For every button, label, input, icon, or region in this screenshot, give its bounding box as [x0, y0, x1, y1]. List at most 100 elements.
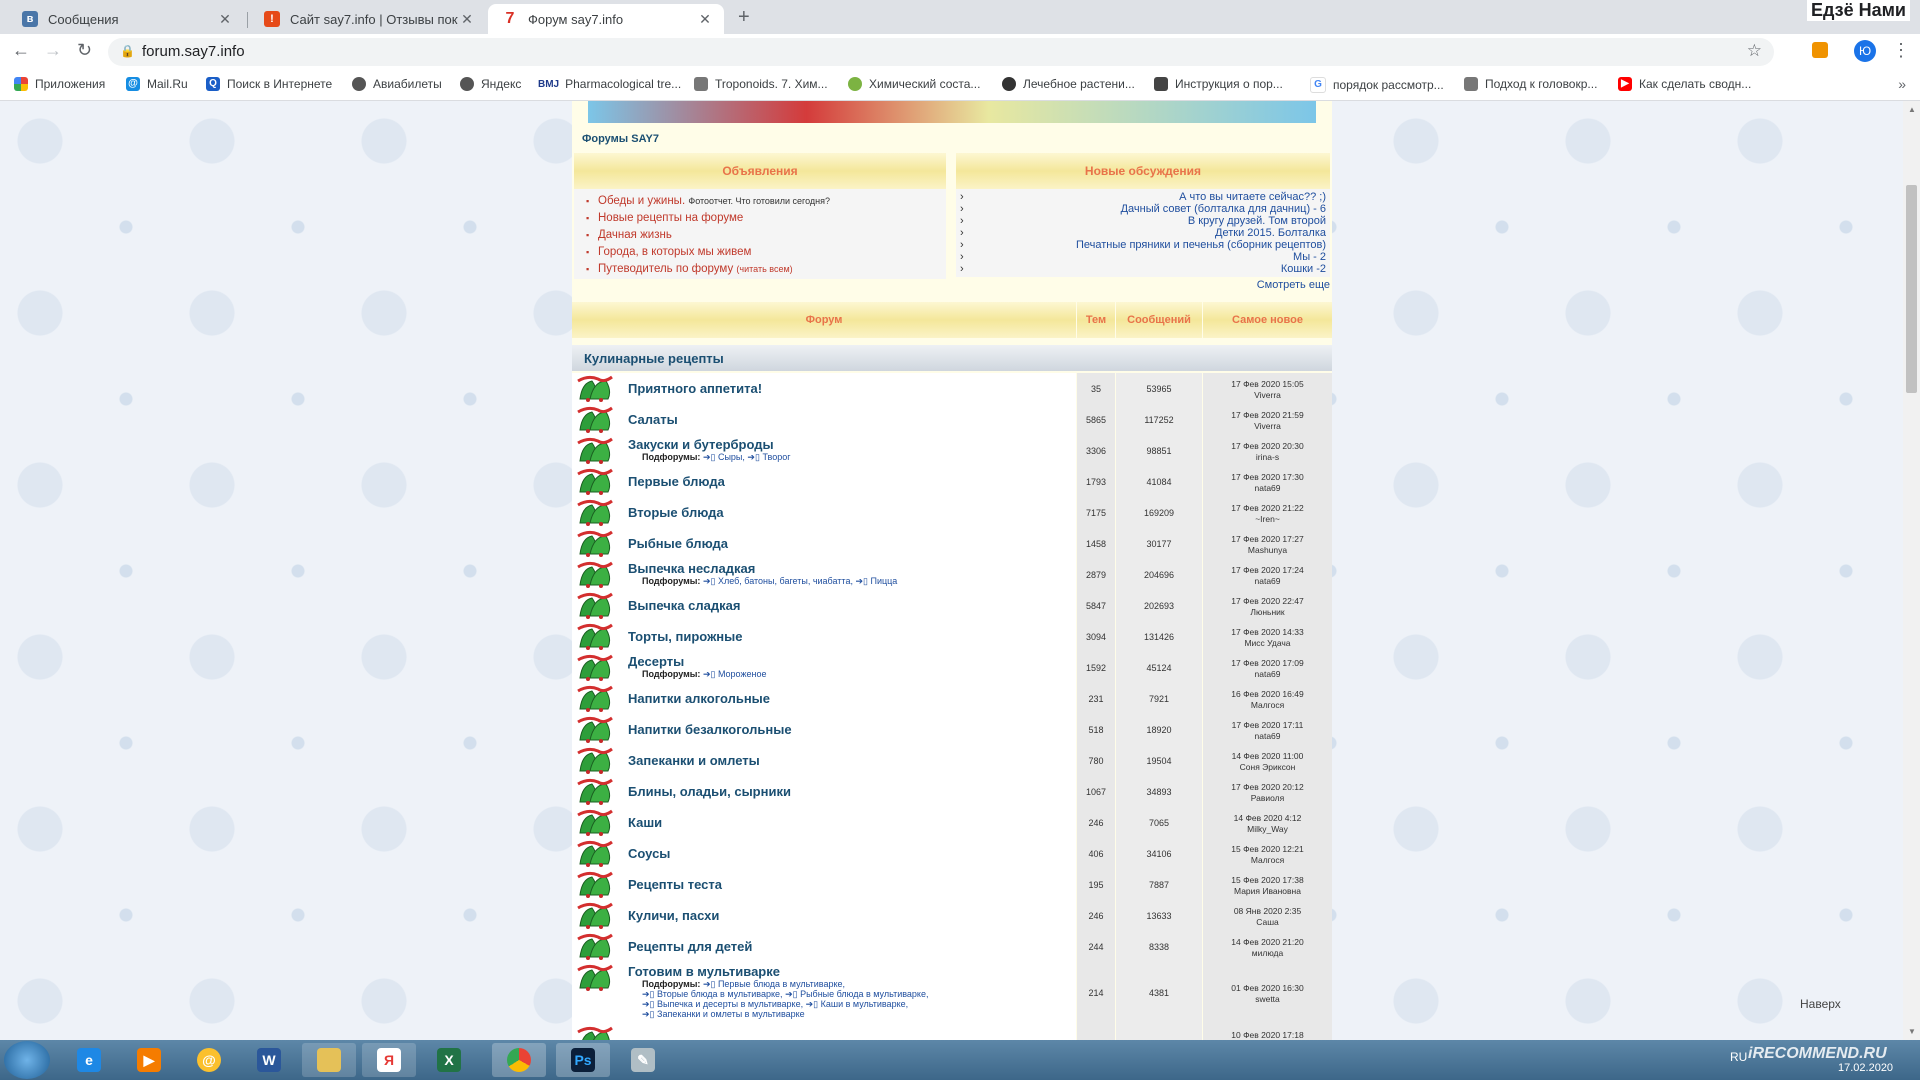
subforum-link[interactable]: Мороженое: [718, 669, 767, 679]
forum-title-link[interactable]: Первые блюда: [628, 474, 725, 489]
announcement-link[interactable]: Дачная жизнь: [598, 229, 672, 241]
latest-post-date[interactable]: 17 Фев 2020 20:12: [1203, 782, 1332, 793]
bookmarks-overflow-icon[interactable]: »: [1898, 76, 1906, 92]
vertical-scrollbar[interactable]: ▲ ▼: [1903, 101, 1920, 1040]
new-tab-button[interactable]: +: [738, 6, 750, 29]
discussion-link[interactable]: Печатные пряники и печенья (сборник реце…: [956, 239, 1330, 251]
latest-post-user[interactable]: irina-s: [1203, 452, 1332, 463]
discussion-link[interactable]: Дачный совет (болталка для дачниц) - 6: [956, 203, 1330, 215]
subforum-link[interactable]: Пицца: [870, 576, 897, 586]
latest-post-user[interactable]: nata69: [1203, 576, 1332, 587]
latest-post-date[interactable]: 17 Фев 2020 21:22: [1203, 503, 1332, 514]
latest-post-user[interactable]: Mashunya: [1203, 545, 1332, 556]
extension-icon[interactable]: [1812, 42, 1828, 58]
bookmark-star-icon[interactable]: ☆: [1747, 41, 1762, 61]
address-bar[interactable]: 🔒 forum.say7.info ☆: [108, 38, 1774, 66]
latest-post-date[interactable]: 17 Фев 2020 17:27: [1203, 534, 1332, 545]
forum-title-link[interactable]: Рецепты для детей: [628, 939, 752, 954]
bookmark-mailru[interactable]: @ Mail.Ru: [126, 77, 188, 91]
subforum-link[interactable]: Рыбные блюда в мультиварке,: [800, 989, 928, 999]
system-date[interactable]: 17.02.2020: [1838, 1062, 1893, 1074]
latest-post-user[interactable]: nata69: [1203, 483, 1332, 494]
yandex-browser-icon[interactable]: Я: [362, 1043, 416, 1077]
back-arrow-icon[interactable]: ←: [12, 40, 30, 61]
forum-title-link[interactable]: Запеканки и омлеты: [628, 753, 760, 768]
bookmark-youtube[interactable]: ▶ Как сделать сводн...: [1618, 77, 1751, 91]
subforum-link[interactable]: Первые блюда в мультиварке,: [718, 979, 845, 989]
forum-title-link[interactable]: Выпечка несладкая: [628, 561, 755, 576]
forum-title-link[interactable]: Рыбные блюда: [628, 536, 728, 551]
forum-title-link[interactable]: Соусы: [628, 846, 670, 861]
mail-agent-icon[interactable]: @: [182, 1043, 236, 1077]
forum-title-link[interactable]: Десерты: [628, 654, 684, 669]
bookmark-bmj[interactable]: BMJ Pharmacological tre...: [538, 77, 681, 91]
start-button[interactable]: [4, 1041, 50, 1079]
explorer-icon[interactable]: [302, 1043, 356, 1077]
tab-otzovik[interactable]: ! Сайт say7.info | Отзывы покупат ✕: [250, 4, 486, 34]
announcement-item[interactable]: Путеводитель по форуму (читать всем): [586, 261, 946, 278]
latest-post-date[interactable]: 01 Фев 2020 16:30: [1203, 983, 1332, 994]
forum-title-link[interactable]: Выпечка сладкая: [628, 598, 740, 613]
close-tab-icon[interactable]: ✕: [458, 11, 476, 28]
bookmark-avia[interactable]: Авиабилеты: [352, 77, 442, 91]
discussion-link[interactable]: Детки 2015. Болталка: [956, 227, 1330, 239]
close-tab-icon[interactable]: ✕: [696, 11, 714, 28]
latest-post-date[interactable]: 17 Фев 2020 17:24: [1203, 565, 1332, 576]
subforum-link[interactable]: Выпечка и десерты в мультиварке,: [657, 999, 803, 1009]
bookmark-chem[interactable]: Химический соста...: [848, 77, 980, 91]
subforum-link[interactable]: Каши в мультиварке,: [821, 999, 909, 1009]
ie-icon[interactable]: e: [62, 1043, 116, 1077]
latest-post-user[interactable]: Мария Ивановна: [1203, 886, 1332, 897]
latest-post-user[interactable]: Мисс Удача: [1203, 638, 1332, 649]
bookmark-instruction[interactable]: Инструкция о пор...: [1154, 77, 1283, 91]
announcement-item[interactable]: Дачная жизнь: [586, 227, 946, 244]
forum-title-link[interactable]: Каши: [628, 815, 662, 830]
scroll-down-arrow-icon[interactable]: ▼: [1908, 1027, 1916, 1036]
latest-post-user[interactable]: Саша: [1203, 917, 1332, 928]
bookmark-plant[interactable]: Лечебное растени...: [1002, 77, 1135, 91]
subforum-link[interactable]: Творог: [762, 452, 790, 462]
subforum-link[interactable]: Хлеб, батоны, багеты, чиабатта,: [718, 576, 853, 586]
forum-title-link[interactable]: Торты, пирожные: [628, 629, 742, 644]
language-indicator[interactable]: RU: [1730, 1050, 1747, 1064]
forum-title-link[interactable]: Салаты: [628, 412, 678, 427]
latest-post-date[interactable]: 14 Фев 2020 11:00: [1203, 751, 1332, 762]
bookmark-apps[interactable]: Приложения: [14, 77, 105, 91]
close-tab-icon[interactable]: ✕: [216, 11, 234, 28]
forum-title-link[interactable]: Приятного аппетита!: [628, 381, 762, 396]
bookmark-search[interactable]: Q Поиск в Интернете: [206, 77, 332, 91]
tab-messages[interactable]: в Сообщения ✕: [8, 4, 244, 34]
latest-post-date[interactable]: 08 Янв 2020 2:35: [1203, 906, 1332, 917]
latest-post-date[interactable]: 17 Фев 2020 22:47: [1203, 596, 1332, 607]
forum-title-link[interactable]: Готовим в мультиварке: [628, 964, 780, 979]
forum-title-link[interactable]: Закуски и бутерброды: [628, 437, 774, 452]
latest-post-date[interactable]: 17 Фев 2020 17:30: [1203, 472, 1332, 483]
kebab-menu-icon[interactable]: ⋮: [1892, 40, 1910, 61]
announcement-link[interactable]: Города, в которых мы живем: [598, 246, 751, 258]
forum-title-link[interactable]: Напитки алкогольные: [628, 691, 770, 706]
discussion-link[interactable]: В кругу друзей. Том второй: [956, 215, 1330, 227]
bookmark-troponoids[interactable]: Troponoids. 7. Хим...: [694, 77, 828, 91]
subforum-link[interactable]: Вторые блюда в мультиварке,: [657, 989, 783, 999]
latest-post-user[interactable]: Viverra: [1203, 390, 1332, 401]
latest-post-user[interactable]: swetta: [1203, 994, 1332, 1005]
announcement-item[interactable]: Новые рецепты на форуме: [586, 210, 946, 227]
scrollbar-thumb[interactable]: [1906, 185, 1917, 393]
discussion-link[interactable]: А что вы читаете сейчас?? ;): [956, 191, 1330, 203]
subforum-link[interactable]: Запеканки и омлеты в мультиварке: [657, 1009, 805, 1019]
latest-post-date[interactable]: 17 Фев 2020 21:59: [1203, 410, 1332, 421]
latest-post-date[interactable]: 17 Фев 2020 17:09: [1203, 658, 1332, 669]
subforum-link[interactable]: Сыры,: [718, 452, 745, 462]
forum-title-link[interactable]: Вторые блюда: [628, 505, 724, 520]
discussion-link[interactable]: Мы - 2: [956, 251, 1330, 263]
latest-post-date[interactable]: 14 Фев 2020 4:12: [1203, 813, 1332, 824]
breadcrumb[interactable]: Форумы SAY7: [582, 133, 659, 145]
forum-title-link[interactable]: Рецепты теста: [628, 877, 722, 892]
announcement-item[interactable]: Города, в которых мы живем: [586, 244, 946, 261]
category-title[interactable]: Кулинарные рецепты: [584, 351, 724, 366]
paint-icon[interactable]: ✎: [616, 1043, 670, 1077]
tab-forum-say7[interactable]: 7 Форум say7.info ✕: [488, 4, 724, 34]
top-banner-image[interactable]: [588, 101, 1316, 123]
latest-post-user[interactable]: Соня Эриксон: [1203, 762, 1332, 773]
latest-post-date[interactable]: 14 Фев 2020 21:20: [1203, 937, 1332, 948]
